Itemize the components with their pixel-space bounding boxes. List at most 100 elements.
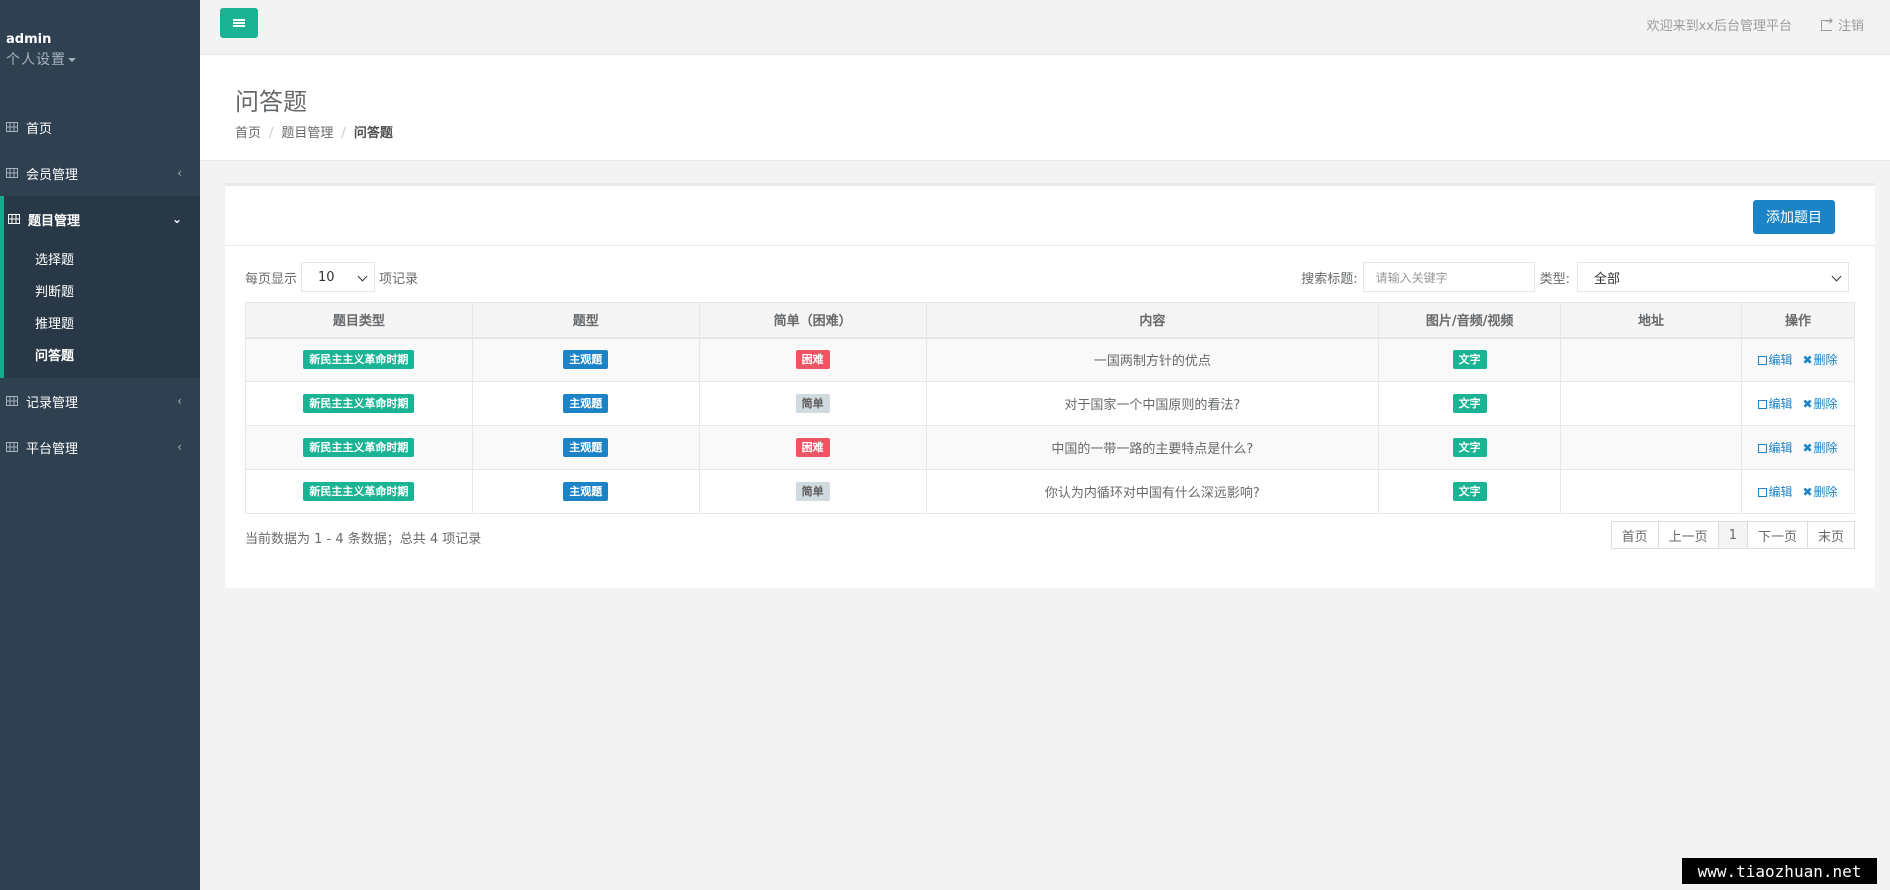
delete-button[interactable]: ✖删除 [1802,485,1837,499]
table-header-row: 题目类型 题型 简单（困难） 内容 图片/音频/视频 地址 操作 [245,302,1856,339]
breadcrumb-questions[interactable]: 题目管理 [281,126,333,141]
sidebar-item-home[interactable]: 首页 [0,104,200,150]
edit-button[interactable]: 编辑 [1758,397,1792,411]
close-icon: ✖ [1802,485,1813,499]
pager-prev[interactable]: 上一页 [1657,521,1719,549]
table-toolbar: 每页显示 10 项记录 搜索标题: 请输入关键字 类型: 全部 [225,246,1875,302]
category-badge: 新民主主义革命时期 [303,438,415,457]
actions-cell: 编辑 ✖删除 [1740,425,1856,470]
address-cell [1560,425,1742,470]
edit-label: 编辑 [1768,441,1793,455]
column-header[interactable]: 题目类型 [245,302,473,339]
sidebar-item-questions[interactable]: 题目管理 ⌄ [4,196,200,242]
breadcrumb-current: 问答题 [353,126,393,141]
sidebar-item-label: 平台管理 [26,441,79,457]
table-cell: 简单 [698,469,927,514]
breadcrumb: 首页 / 题目管理 / 问答题 [235,122,393,141]
personal-settings-label: 个人设置 [6,52,66,68]
edit-button[interactable]: 编辑 [1758,353,1792,367]
table-icon [6,442,18,452]
delete-button[interactable]: ✖删除 [1802,441,1837,455]
column-header[interactable]: 简单（困难） [698,302,927,339]
sidebar-group-platform: 平台管理 ‹ [0,424,200,470]
edit-label: 编辑 [1768,485,1793,499]
address-cell [1560,381,1742,426]
sidebar-item-members[interactable]: 会员管理 ‹ [0,150,200,196]
questions-table: 题目类型 题型 简单（困难） 内容 图片/音频/视频 地址 操作 新民主主义革命… [245,302,1856,514]
address-cell [1560,469,1742,514]
top-navbar: 欢迎来到xx后台管理平台 注销 [200,0,1890,55]
page-title: 问答题 [235,88,307,116]
delete-label: 删除 [1813,397,1838,411]
delete-label: 删除 [1813,485,1838,499]
search-input[interactable]: 请输入关键字 [1362,262,1535,292]
close-icon: ✖ [1802,441,1813,455]
content-cell: 对于国家一个中国原则的看法? [925,381,1380,426]
media-badge: 文字 [1452,482,1487,501]
chevron-left-icon: ‹ [177,166,182,180]
content-cell: 你认为内循环对中国有什么深远影响? [925,469,1380,514]
page-size-select[interactable]: 10 [301,262,376,292]
column-header[interactable]: 题型 [471,302,700,339]
actions-cell: 编辑 ✖删除 [1740,381,1856,426]
edit-button[interactable]: 编辑 [1758,441,1792,455]
logout-link[interactable]: 注销 [1820,15,1864,34]
page-heading: 问答题 首页 / 题目管理 / 问答题 [200,55,1890,161]
column-header[interactable]: 内容 [925,302,1380,339]
panel-header: 添加题目 [225,186,1875,246]
breadcrumb-separator: / [269,126,274,141]
table-cell: 主观题 [471,381,700,426]
per-page-suffix: 项记录 [379,271,419,287]
site-watermark: www.tiaozhuan.net [1682,858,1877,884]
table-cell: 简单 [698,381,927,426]
sidebar-item-label: 会员管理 [26,167,79,183]
table-cell: 新民主主义革命时期 [245,425,473,470]
delete-button[interactable]: ✖删除 [1802,397,1837,411]
media-badge: 文字 [1452,394,1487,413]
table-icon [6,122,18,132]
add-question-button[interactable]: 添加题目 [1753,200,1835,234]
edit-label: 编辑 [1768,397,1793,411]
search-label: 搜索标题: [1301,271,1358,287]
pager-first[interactable]: 首页 [1610,521,1659,549]
records-summary: 当前数据为 1 - 4 条数据；总共 4 项记录 [245,532,482,547]
sidebar-subitem-reasoning[interactable]: 推理题 [4,306,200,338]
sidebar-item-label: 首页 [26,121,53,137]
delete-label: 删除 [1813,353,1838,368]
delete-button[interactable]: ✖删除 [1802,353,1837,367]
actions-cell: 编辑 ✖删除 [1740,469,1856,514]
logout-label: 注销 [1837,19,1864,34]
delete-label: 删除 [1813,441,1838,455]
edit-button[interactable]: 编辑 [1758,485,1792,499]
column-header[interactable]: 地址 [1560,302,1742,339]
pager-last[interactable]: 末页 [1806,521,1855,549]
page-size-value: 10 [318,269,335,285]
sidebar-subitem-qa[interactable]: 问答题 [4,338,200,370]
qtype-badge: 主观题 [563,482,609,501]
table-icon [6,168,18,178]
sidebar-subitem-choice[interactable]: 选择题 [4,242,200,274]
menu-toggle-button[interactable] [220,8,258,38]
column-header[interactable]: 图片/音频/视频 [1378,302,1562,339]
pager-page-1[interactable]: 1 [1717,521,1748,549]
personal-settings-dropdown[interactable]: 个人设置 [6,49,200,69]
pager-next[interactable]: 下一页 [1746,521,1808,549]
chevron-left-icon: ‹ [177,394,182,408]
page-size-control: 每页显示 10 项记录 [245,262,418,292]
sidebar-subitem-truefalse[interactable]: 判断题 [4,274,200,306]
edit-icon [1758,444,1768,453]
type-select[interactable]: 全部 [1577,262,1849,292]
breadcrumb-home[interactable]: 首页 [235,126,261,141]
caret-down-icon [68,58,76,62]
difficulty-badge: 简单 [795,482,830,501]
close-icon: ✖ [1802,397,1813,411]
sidebar-group-home: 首页 [0,104,200,150]
welcome-text: 欢迎来到xx后台管理平台 [1646,19,1792,34]
sidebar-item-records[interactable]: 记录管理 ‹ [0,378,200,424]
edit-icon [1758,400,1768,409]
table-cell: 主观题 [471,425,700,470]
table-row: 新民主主义革命时期 主观题 简单 你认为内循环对中国有什么深远影响? 文字 编辑… [245,469,1856,514]
table-cell: 困难 [698,425,927,470]
difficulty-badge: 困难 [795,438,830,457]
sidebar-item-platform[interactable]: 平台管理 ‹ [0,424,200,470]
